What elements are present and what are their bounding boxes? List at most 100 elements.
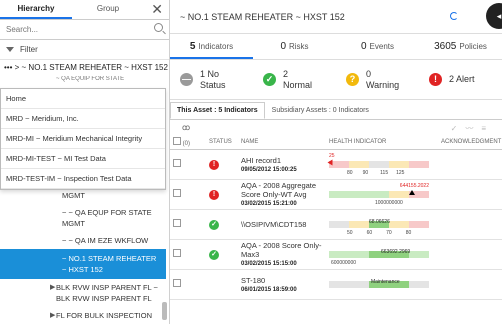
table-row[interactable]: ST-180 06/01/2015 18:59:00 Maintenance	[170, 269, 502, 300]
alert-icon: !	[429, 73, 442, 86]
dropdown-item-mrd-mi-test[interactable]: MRD-MI-TEST ~ MI Test Data	[1, 149, 165, 169]
summary-counts: 5 Indicators 0 Risks 0 Events 3605 Policies	[170, 34, 502, 60]
indicator-name[interactable]: ST-180	[241, 276, 326, 285]
tree-item[interactable]: ▶ BLK RVW INSP PARENT FL ~ BLK RVW INSP P…	[0, 279, 166, 307]
row-checkbox[interactable]	[173, 249, 181, 257]
filter-button[interactable]: Filter	[0, 40, 169, 60]
row-checkbox[interactable]	[173, 279, 181, 287]
tree-item[interactable]: ~ ~ QA EQUP FOR STATE MGMT	[0, 204, 166, 232]
value-marker	[327, 159, 333, 166]
health-value: 663692.2969	[381, 249, 411, 255]
indicator-name[interactable]: AHI record1	[241, 156, 326, 165]
table-row[interactable]: ! AHI record1 09/05/2012 15:00:25 25 80 90…	[170, 149, 502, 180]
count-indicators[interactable]: 5 Indicators	[170, 34, 253, 59]
indicators-table: (0) STATUS NAME HEALTH INDICATOR ACKNOWL…	[170, 136, 502, 300]
health-ticks: 80 90 115 125	[347, 170, 405, 176]
indicator-date: 06/01/2015 18:59:00	[241, 286, 297, 293]
search-input[interactable]	[0, 20, 140, 38]
binoculars-icon[interactable]: ꝏ	[182, 123, 190, 132]
trend-icon[interactable]: 〰	[465, 124, 481, 133]
status-warning[interactable]: ? 0 Warning	[336, 69, 419, 91]
row-checkbox[interactable]	[173, 219, 181, 227]
column-header[interactable]: STATUS	[206, 136, 238, 150]
health-value: Maintenance	[371, 279, 400, 285]
dropdown-item-home[interactable]: Home	[1, 89, 165, 109]
column-header[interactable]: NAME	[238, 136, 326, 150]
status-count: 2	[283, 68, 289, 79]
hierarchy-panel: Hierarchy Group ✕ Filter ••• > ~ NO.1 ST…	[0, 0, 170, 324]
check-icon[interactable]: ✓	[451, 124, 466, 133]
status-count: 1 No	[200, 68, 220, 79]
count-policies[interactable]: 3605 Policies	[419, 34, 502, 59]
indicator-date: 09/05/2012 15:00:25	[241, 166, 297, 173]
chevron-right-icon[interactable]: ▶	[50, 310, 55, 321]
list-icon[interactable]: ≡	[481, 124, 494, 133]
indicator-name[interactable]: AQA - 2008 Score Only-Max3	[241, 241, 326, 259]
status-alert[interactable]: ! 2 Alert	[419, 73, 502, 86]
select-all-checkbox[interactable]	[173, 137, 181, 146]
indicator-date: 03/02/2015 15:15:00	[241, 261, 297, 267]
filter-icon	[6, 47, 14, 53]
dropdown-item-mrd-test-im[interactable]: MRD-TEST-IM ~ Inspection Test Data	[1, 169, 165, 189]
tab-this-asset[interactable]: This Asset : 5 Indicators	[170, 102, 265, 119]
left-tabs: Hierarchy Group ✕	[0, 0, 169, 20]
search-icon[interactable]	[154, 23, 163, 32]
table-row[interactable]: ✓ \\OSIPIVM\CDT158 68.06626 50 60 70 80	[170, 209, 502, 240]
value-marker	[409, 190, 415, 195]
row-checkbox[interactable]	[173, 189, 181, 197]
tree-item[interactable]: ▶FL FOR BULK INSPECTION REPORTS ~	[0, 307, 166, 324]
indicator-name[interactable]: AQA - 2008 Aggregate Score Only-WT Avg	[241, 181, 326, 199]
chevron-right-icon[interactable]: ▶	[50, 282, 55, 293]
status-normal[interactable]: ✓ 2 Normal	[253, 69, 336, 91]
count-risks[interactable]: 0 Risks	[253, 34, 336, 59]
asset-panel: ~ NO.1 STEAM REHEATER ~ HXST 152 ◂ 5 Indi…	[170, 0, 502, 324]
indicator-subtabs: This Asset : 5 Indicators Subsidiary Ass…	[170, 102, 502, 120]
dropdown-item-mrd-mi[interactable]: MRD-MI ~ Meridium Mechanical Integrity	[1, 129, 165, 149]
breadcrumb-dropdown: Home MRD ~ Meridium, Inc. MRD-MI ~ Merid…	[0, 88, 166, 190]
search-bar	[0, 20, 169, 40]
check-icon: ✓	[209, 250, 219, 260]
sidebar-toggle-icon[interactable]: ◂	[486, 3, 502, 29]
alert-icon: !	[209, 190, 219, 200]
health-indicator: 644155.2022 1000000000	[329, 183, 429, 206]
status-label: Warning	[366, 79, 400, 90]
scrollbar[interactable]	[162, 302, 167, 320]
table-row[interactable]: ✓ AQA - 2008 Score Only-Max3 03/02/2015 1…	[170, 239, 502, 270]
tree-item[interactable]: ~ ~ QA IM EZE WKFLOW	[0, 232, 166, 249]
status-summary: — 1 No Status ✓ 2 Normal ? 0 Warning ! 2 Alert	[170, 60, 502, 100]
column-header[interactable]: ACKNOWLEDGMENT	[438, 136, 502, 150]
check-icon: ✓	[263, 73, 276, 86]
count-number: 5	[189, 41, 196, 52]
count-events[interactable]: 0 Events	[336, 34, 419, 59]
health-indicator: 663692.2969 600000000	[329, 243, 429, 266]
health-indicator: 25 80 90 115 125	[327, 153, 429, 176]
tab-subsidiary-assets[interactable]: Subsidiary Assets : 0 Indicators	[265, 102, 376, 119]
status-label: Status	[200, 79, 226, 90]
no-status-icon: —	[180, 73, 193, 86]
status-no-status[interactable]: — 1 No Status	[170, 69, 253, 91]
warning-icon: ?	[346, 73, 359, 86]
health-indicator: 68.06626 50 60 70 80	[329, 213, 429, 236]
indicator-name[interactable]: \\OSIPIVM\CDT158	[241, 220, 326, 229]
breadcrumb[interactable]: ••• > ~ NO.1 STEAM REHEATER ~ HXST 152	[0, 60, 169, 76]
tab-group[interactable]: Group	[72, 0, 144, 19]
table-row[interactable]: ! AQA - 2008 Aggregate Score Only-WT Avg…	[170, 179, 502, 210]
column-select[interactable]: (0)	[170, 136, 206, 150]
page-title: ~ NO.1 STEAM REHEATER ~ HXST 152	[180, 12, 345, 22]
count-label: Risks	[289, 42, 309, 51]
status-label: Normal	[283, 79, 313, 90]
tab-hierarchy[interactable]: Hierarchy	[0, 0, 72, 19]
column-header[interactable]: HEALTH INDICATOR	[326, 136, 438, 150]
refresh-icon[interactable]	[450, 12, 458, 20]
close-icon[interactable]: ✕	[151, 1, 163, 17]
count-number: 0	[280, 41, 286, 52]
breadcrumb-sub: ~ QA EQUIP FOR STATE	[56, 76, 125, 82]
status-count: 0	[366, 68, 372, 79]
health-indicator: Maintenance	[329, 273, 429, 295]
check-icon: ✓	[209, 220, 219, 230]
row-checkbox[interactable]	[173, 159, 181, 167]
tree-item-selected[interactable]: ~ NO.1 STEAM REHEATER ~ HXST 152	[0, 249, 166, 279]
dropdown-item-mrd[interactable]: MRD ~ Meridium, Inc.	[1, 109, 165, 129]
column-header: (0)	[182, 141, 191, 148]
count-label: Events	[369, 42, 395, 51]
